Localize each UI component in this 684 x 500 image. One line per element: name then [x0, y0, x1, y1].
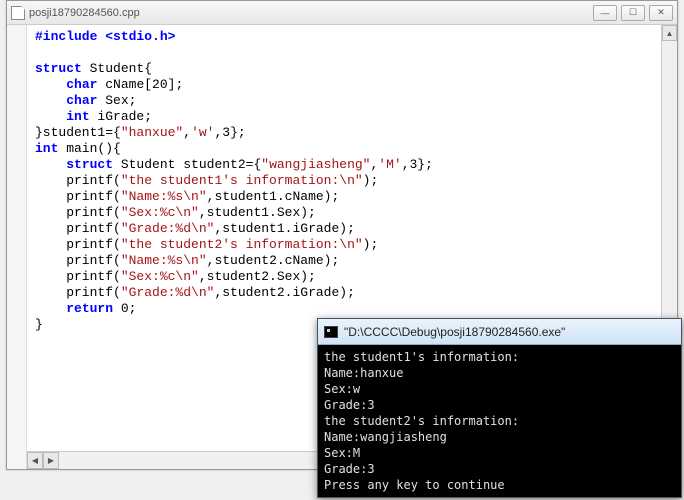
editor-title-bar[interactable]: posji18790284560.cpp — ☐ ✕	[7, 1, 677, 25]
maximize-button[interactable]: ☐	[621, 5, 645, 21]
console-title-bar[interactable]: "D:\CCCC\Debug\posji18790284560.exe"	[318, 319, 681, 345]
scroll-left-arrow-icon[interactable]: ◀	[27, 452, 43, 469]
editor-window-controls: — ☐ ✕	[593, 5, 673, 21]
cpp-file-icon	[11, 6, 25, 20]
code-content[interactable]: #include <stdio.h> struct Student{ char …	[27, 25, 677, 337]
console-window: "D:\CCCC\Debug\posji18790284560.exe" the…	[317, 318, 682, 498]
editor-filename: posji18790284560.cpp	[29, 7, 593, 19]
cmd-icon	[324, 326, 338, 338]
console-output: the student1's information: Name:hanxue …	[318, 345, 681, 497]
scroll-up-arrow-icon[interactable]: ▲	[662, 25, 677, 41]
scroll-right-arrow-icon[interactable]: ▶	[43, 452, 59, 469]
console-title-text: "D:\CCCC\Debug\posji18790284560.exe"	[344, 325, 565, 339]
minimize-button[interactable]: —	[593, 5, 617, 21]
close-button[interactable]: ✕	[649, 5, 673, 21]
editor-gutter	[7, 25, 27, 469]
